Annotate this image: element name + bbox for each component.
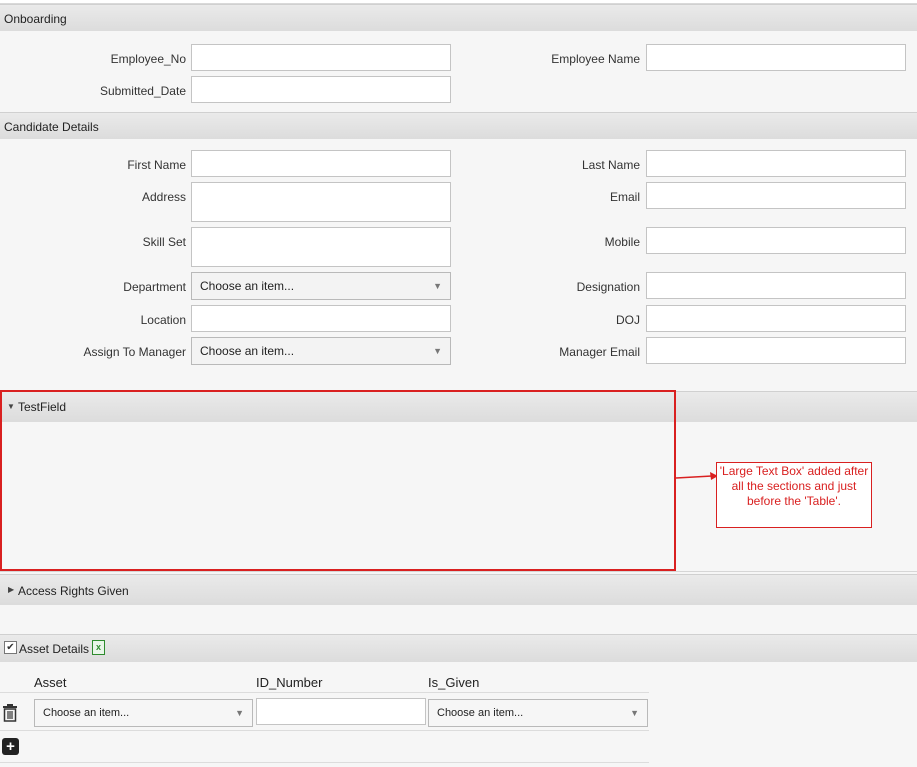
email-input[interactable] [646,182,906,209]
column-asset: Asset [34,675,67,690]
designation-label: Designation [576,280,640,294]
department-select[interactable]: Choose an item... ▼ [191,272,451,300]
asset-details-header: ✔ Asset Details x [0,634,917,662]
checkbox-icon[interactable]: ✔ [4,641,17,654]
large-text-box-highlight [0,390,676,571]
access-rights-title: Access Rights Given [18,584,129,598]
employee-no-label: Employee_No [110,52,186,66]
assign-manager-label: Assign To Manager [83,345,186,359]
column-id-number: ID_Number [256,675,323,690]
triangle-right-icon[interactable]: ▶ [8,585,14,594]
mobile-input[interactable] [646,227,906,254]
is-given-select[interactable]: Choose an item... ▼ [428,699,648,727]
candidate-header: Candidate Details [0,112,917,139]
onboarding-header: Onboarding [0,4,917,31]
employee-name-input[interactable] [646,44,906,71]
location-input[interactable] [191,305,451,332]
skill-set-input[interactable] [191,227,451,267]
divider [0,571,917,572]
submitted-date-input[interactable] [191,76,451,103]
last-name-input[interactable] [646,150,906,177]
employee-name-label: Employee Name [551,52,640,66]
first-name-label: First Name [127,158,186,172]
add-icon[interactable]: + [2,738,19,755]
department-label: Department [123,280,186,294]
asset-details-title: Asset Details [19,642,90,656]
callout-arrow [675,472,718,480]
candidate-title: Candidate Details [4,120,99,134]
column-is-given: Is_Given [428,675,480,690]
is-given-select-value: Choose an item... [437,707,524,719]
assign-manager-value: Choose an item... [200,344,295,358]
mobile-label: Mobile [604,235,640,249]
assign-manager-select[interactable]: Choose an item... ▼ [191,337,451,365]
table-row-divider [0,730,649,731]
location-label: Location [140,313,186,327]
annotation-callout: 'Large Text Box' added after all the sec… [716,462,872,528]
chevron-down-icon: ▼ [235,708,244,718]
manager-email-label: Manager Email [559,345,640,359]
first-name-input[interactable] [191,150,451,177]
skill-set-label: Skill Set [142,235,186,249]
email-label: Email [609,190,640,204]
doj-label: DOJ [616,313,640,327]
last-name-label: Last Name [581,158,640,172]
asset-select[interactable]: Choose an item... ▼ [34,699,253,727]
table-bottom-divider [0,762,649,763]
designation-input[interactable] [646,272,906,299]
chevron-down-icon: ▼ [433,281,442,291]
access-rights-header[interactable]: ▶ Access Rights Given [0,574,917,605]
trash-icon[interactable] [2,704,18,722]
id-number-input[interactable] [256,698,426,725]
onboarding-title: Onboarding [4,12,67,26]
chevron-down-icon: ▼ [433,346,442,356]
chevron-down-icon: ▼ [630,708,639,718]
asset-select-value: Choose an item... [43,707,130,719]
doj-input[interactable] [646,305,906,332]
employee-no-input[interactable] [191,44,451,71]
department-value: Choose an item... [200,279,295,293]
submitted-date-label: Submitted_Date [99,84,186,98]
excel-icon[interactable]: x [92,640,105,655]
address-input[interactable] [191,182,451,222]
address-label: Address [141,190,186,204]
manager-email-input[interactable] [646,337,906,364]
table-header-divider [0,692,649,693]
